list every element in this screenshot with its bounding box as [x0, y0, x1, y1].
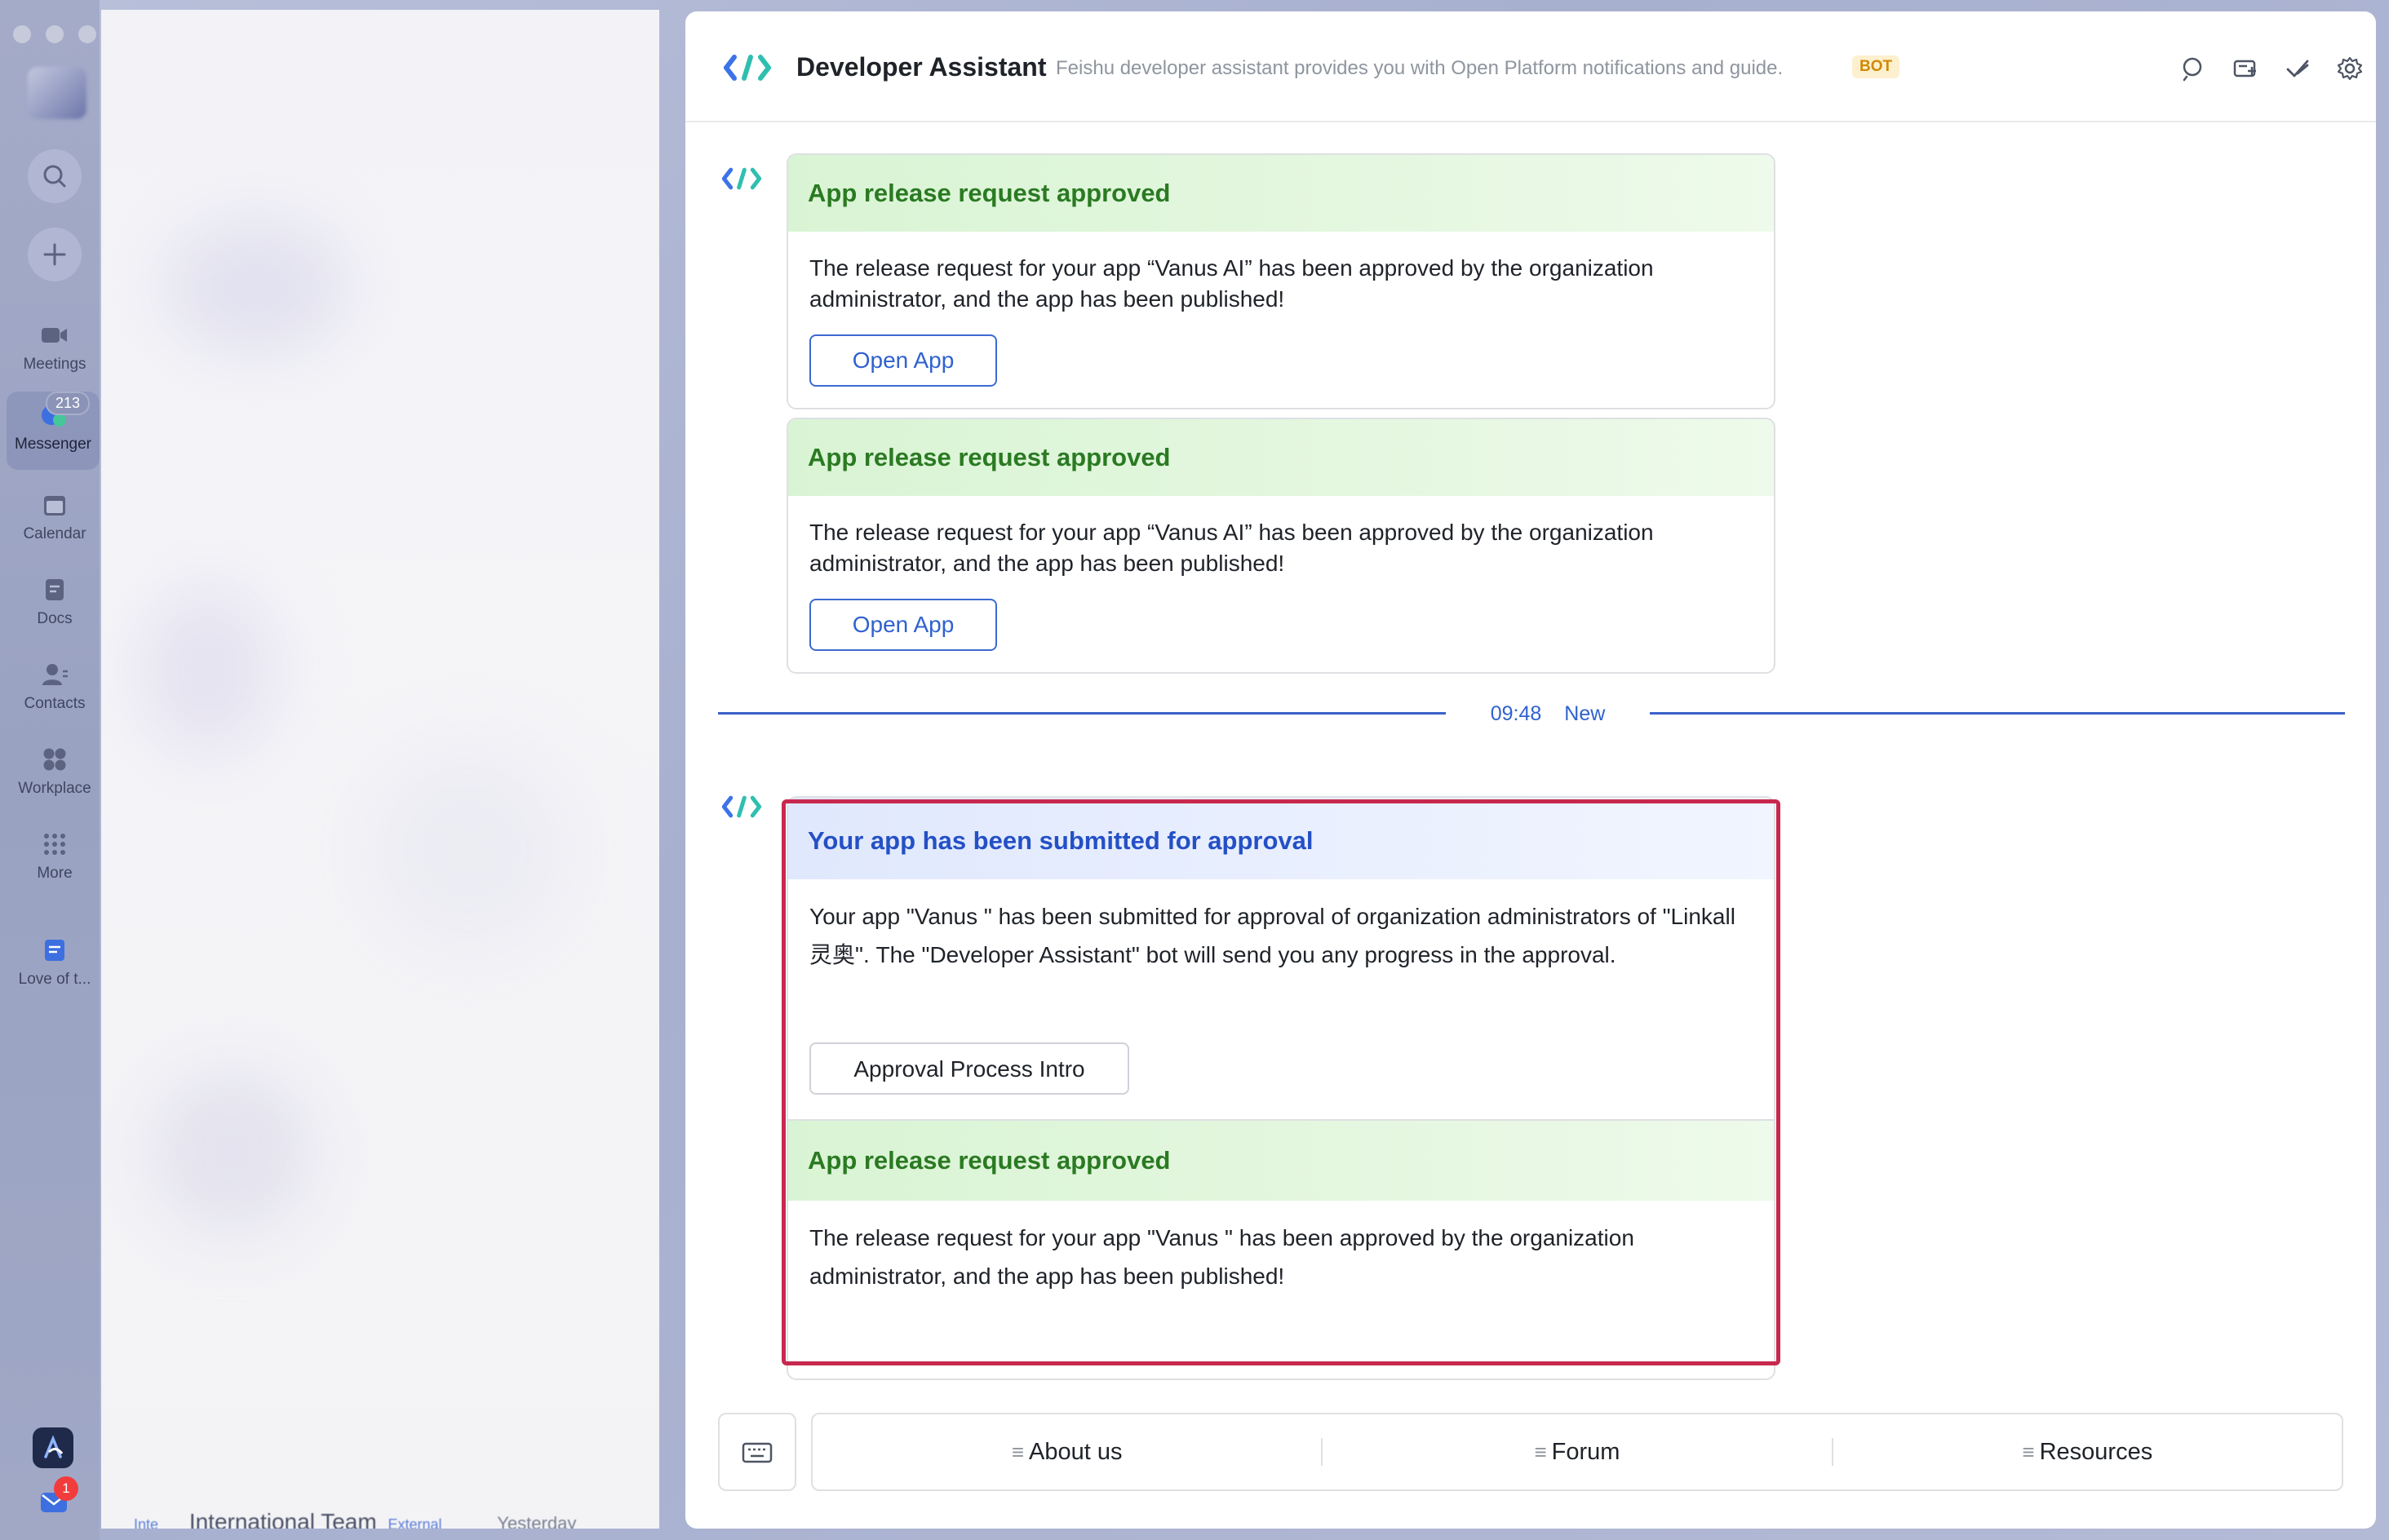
sidebar-item-label: Workplace [18, 780, 91, 797]
unread-count-badge: 213 [46, 392, 91, 415]
menu-lines-icon: ≡ [2022, 1439, 2035, 1464]
card-title: App release request approved [788, 1121, 1774, 1201]
sidebar-item-label: Contacts [24, 695, 86, 712]
message-card: App release request approved The release… [787, 418, 1775, 674]
dots-grid-icon [44, 834, 65, 855]
add-tab-button[interactable] [2219, 51, 2272, 86]
window-minimize-button[interactable] [46, 25, 64, 43]
card-title: Your app has been submitted for approval [788, 798, 1774, 879]
sidebar-item-label: Meetings [23, 356, 86, 373]
message-card: Your app has been submitted for approval… [787, 796, 1775, 1122]
tab-add-icon [2233, 60, 2256, 77]
sidebar-item-calendar[interactable]: Calendar [0, 491, 109, 543]
chat-list-item[interactable]: Inte International Team External Yesterd… [109, 1509, 576, 1529]
chat-search-icon [2183, 57, 2202, 82]
bot-badge: BOT [1852, 55, 1900, 78]
plus-icon [43, 243, 66, 266]
menu-forum[interactable]: ≡ Forum [1323, 1439, 1831, 1466]
menu-item-label: About us [1029, 1438, 1123, 1465]
bot-menu-bar: ≡ About us ≡ Forum ≡ Resources [718, 1413, 2343, 1491]
sidebar-item-label: More [37, 865, 73, 882]
open-app-button[interactable]: Open App [809, 334, 997, 387]
doc-shortcut-icon [45, 940, 64, 961]
sidebar-item-label: Docs [37, 610, 73, 627]
search-chat-button[interactable] [2167, 51, 2219, 86]
message-card: App release request approved The release… [787, 153, 1775, 409]
menu-about-us[interactable]: ≡ About us [813, 1439, 1321, 1466]
header-actions [2167, 51, 2376, 86]
app-shortcut-button[interactable] [33, 1427, 73, 1468]
sidebar-item-label: Calendar [23, 525, 86, 542]
card-title: App release request approved [788, 419, 1774, 496]
sidebar-item-label: Love of t... [18, 971, 91, 988]
sidebar-item-pinned-doc[interactable]: Love of t... [0, 936, 109, 989]
sidebar-item-label: Messenger [15, 436, 91, 453]
bot-avatar [723, 54, 772, 82]
video-camera-icon [42, 328, 67, 343]
sidebar-item-contacts[interactable]: Contacts [0, 661, 109, 713]
menu-lines-icon: ≡ [1011, 1439, 1024, 1464]
card-text: The release request for your app "Vanus … [809, 1225, 1634, 1289]
external-tag: External [388, 1516, 442, 1529]
document-icon [46, 579, 64, 600]
settings-button[interactable] [2324, 51, 2376, 86]
search-button[interactable] [28, 149, 82, 203]
developer-assistant-logo-icon [721, 167, 762, 190]
tasks-button[interactable] [2272, 51, 2324, 86]
developer-assistant-logo-icon [721, 795, 762, 818]
chat-description: Feishu developer assistant provides you … [1056, 57, 1784, 79]
create-button[interactable] [28, 228, 82, 281]
person-icon [42, 664, 68, 685]
gear-icon [2337, 56, 2363, 81]
chat-header: Developer Assistant Feishu developer ass… [685, 11, 2376, 122]
approval-process-intro-button[interactable]: Approval Process Intro [809, 1042, 1129, 1095]
user-avatar[interactable] [28, 67, 86, 119]
mail-count-badge: 1 [54, 1476, 78, 1501]
app-sidebar: Meetings Messenger 213 Calendar Docs Con… [0, 0, 100, 1540]
chat-tag: Inte [134, 1516, 159, 1529]
menu-lines-icon: ≡ [1534, 1439, 1547, 1464]
card-title: App release request approved [788, 155, 1774, 232]
bot-message-avatar [721, 794, 762, 823]
sidebar-item-workplace[interactable]: Workplace [0, 746, 109, 798]
open-app-button[interactable]: Open App [809, 599, 997, 651]
sidebar-item-meetings[interactable]: Meetings [0, 321, 109, 374]
new-messages-label: 09:48 New [1446, 697, 1650, 731]
app-logo-icon [44, 1435, 64, 1458]
card-text: Your app "Vanus " has been submitted for… [809, 904, 1735, 967]
window-maximize-button[interactable] [78, 25, 96, 43]
developer-assistant-logo-icon [724, 55, 771, 81]
menu-item-label: Forum [1551, 1438, 1620, 1465]
bot-menu: ≡ About us ≡ Forum ≡ Resources [811, 1413, 2343, 1491]
sidebar-item-more[interactable]: More [0, 830, 109, 883]
divider-new: New [1564, 701, 1606, 725]
message-card: App release request approved The release… [787, 1119, 1775, 1380]
keyboard-toggle-button[interactable] [718, 1413, 796, 1491]
check-icon [2286, 60, 2309, 77]
chat-list-panel: Inte International Team External Yesterd… [101, 10, 659, 1529]
menu-item-label: Resources [2039, 1438, 2153, 1465]
chat-name: International Team [188, 1509, 377, 1529]
chat-panel: Developer Assistant Feishu developer ass… [685, 11, 2376, 1529]
divider-time: 09:48 [1490, 701, 1542, 725]
sidebar-item-docs[interactable]: Docs [0, 576, 109, 628]
chat-title: Developer Assistant [796, 52, 1047, 82]
card-text: The release request for your app “Vanus … [809, 520, 1654, 576]
window-close-button[interactable] [13, 25, 31, 43]
bot-message-avatar [721, 166, 762, 195]
chat-time: Yesterday [497, 1513, 577, 1529]
menu-resources[interactable]: ≡ Resources [1833, 1439, 2342, 1466]
card-text: The release request for your app “Vanus … [809, 255, 1654, 312]
search-icon [43, 165, 66, 188]
grid-apps-icon [43, 748, 66, 771]
calendar-icon [44, 496, 65, 516]
keyboard-icon [742, 1442, 773, 1463]
